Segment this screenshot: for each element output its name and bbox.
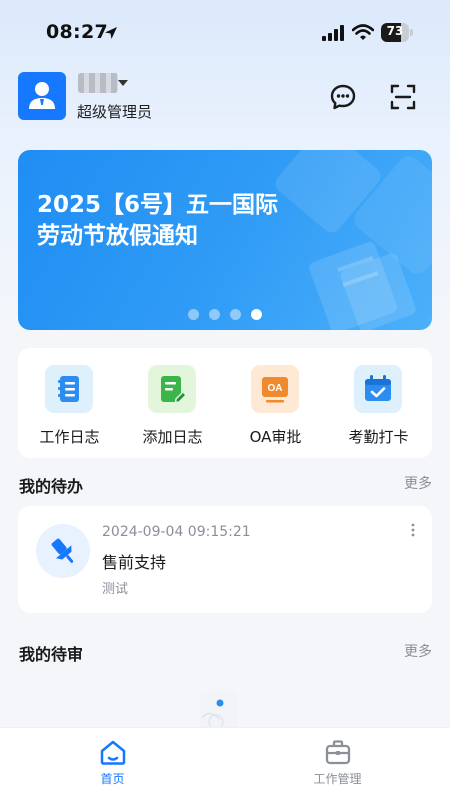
- pin-icon: [51, 538, 74, 563]
- cellular-signal-icon: [322, 25, 344, 41]
- status-time: 08:27: [46, 21, 108, 43]
- nav-label-home: 首页: [100, 772, 125, 786]
- scan-button[interactable]: [388, 82, 418, 112]
- banner-carousel[interactable]: 2025【6号】五一国际劳动节放假通知: [18, 150, 432, 330]
- notebook-icon: [45, 365, 93, 413]
- bottom-navigation: 首页 工作管理: [0, 727, 450, 800]
- nav-item-work-management[interactable]: 工作管理: [225, 728, 450, 800]
- quick-action-label: 工作日志: [39, 428, 100, 446]
- todo-title: 售前支持: [102, 553, 167, 572]
- todo-avatar: [36, 524, 90, 578]
- nav-item-home[interactable]: 首页: [0, 728, 225, 800]
- carousel-dot-active[interactable]: [251, 309, 262, 320]
- avatar[interactable]: [18, 72, 66, 120]
- todo-more-link[interactable]: 更多: [404, 473, 432, 493]
- battery-level-text: 73: [386, 24, 404, 38]
- battery-icon: 73: [381, 23, 413, 42]
- carousel-dot[interactable]: [209, 309, 220, 320]
- review-section-title: 我的待审: [19, 645, 84, 664]
- wifi-icon: [352, 24, 374, 40]
- carousel-dot[interactable]: [230, 309, 241, 320]
- quick-action-work-log[interactable]: 工作日志: [18, 348, 121, 458]
- calendar-check-icon: [354, 365, 402, 413]
- user-icon: [29, 82, 55, 109]
- quick-action-oa-approval[interactable]: OA OA审批: [224, 348, 327, 458]
- todo-timestamp: 2024-09-04 09:15:21: [102, 524, 251, 540]
- user-name[interactable]: ██: [78, 73, 118, 93]
- location-arrow-icon: [105, 27, 117, 39]
- add-log-icon: [148, 365, 196, 413]
- carousel-indicator: [188, 309, 268, 321]
- svg-text:OA: OA: [268, 383, 283, 394]
- nav-label-work-management: 工作管理: [313, 772, 362, 786]
- quick-action-add-log[interactable]: 添加日志: [121, 348, 224, 458]
- review-more-link[interactable]: 更多: [404, 641, 432, 661]
- message-button[interactable]: [328, 82, 358, 112]
- quick-action-label: 添加日志: [142, 428, 203, 446]
- more-vertical-icon[interactable]: [406, 522, 420, 540]
- empty-state-illustration-icon: [200, 690, 238, 728]
- briefcase-icon: [325, 740, 351, 765]
- oa-approval-icon: OA: [251, 365, 299, 413]
- quick-action-attendance[interactable]: 考勤打卡: [327, 348, 430, 458]
- status-bar: 08:27 73: [0, 0, 450, 62]
- todo-subtitle: 测试: [102, 582, 129, 597]
- todo-card[interactable]: 2024-09-04 09:15:21 售前支持 测试: [18, 506, 432, 613]
- caret-down-icon[interactable]: [118, 80, 128, 86]
- quick-action-label: OA审批: [249, 428, 302, 446]
- quick-actions: 工作日志 添加日志 OA OA审批 考勤打卡: [18, 348, 432, 458]
- banner-title[interactable]: 2025【6号】五一国际劳动节放假通知: [37, 190, 287, 252]
- todo-section-title: 我的待办: [19, 477, 84, 496]
- home-icon: [100, 740, 126, 765]
- user-role: 超级管理员: [77, 103, 153, 121]
- quick-action-label: 考勤打卡: [348, 428, 409, 446]
- carousel-dot[interactable]: [188, 309, 199, 320]
